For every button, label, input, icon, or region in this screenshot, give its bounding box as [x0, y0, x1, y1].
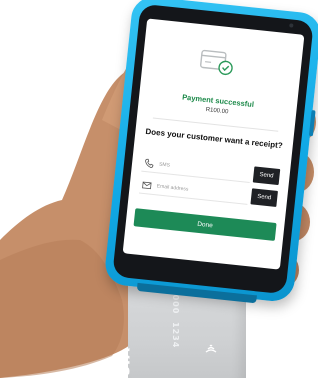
card-brand: VISA	[115, 348, 131, 378]
scene: VISA 4000 1234 Payment successful R100.0…	[0, 0, 318, 378]
sms-input[interactable]	[158, 160, 220, 174]
receipt-prompt: Does your customer want a receipt?	[145, 126, 284, 151]
envelope-icon	[142, 181, 152, 189]
send-email-button[interactable]: Send	[250, 188, 278, 207]
done-button[interactable]: Done	[133, 208, 277, 241]
camera-dot	[289, 23, 294, 28]
card-number-fragment: 1234	[171, 322, 180, 349]
card-terminal-device: Payment successful R100.00 Does your cus…	[103, 0, 318, 304]
card-check-icon	[200, 49, 233, 76]
phone-icon	[145, 158, 154, 168]
device-screen: Payment successful R100.00 Does your cus…	[122, 18, 305, 270]
contactless-icon	[205, 344, 217, 353]
send-sms-button[interactable]: Send	[252, 166, 281, 186]
email-input[interactable]	[156, 182, 217, 196]
device-bezel: Payment successful R100.00 Does your cus…	[112, 3, 314, 295]
